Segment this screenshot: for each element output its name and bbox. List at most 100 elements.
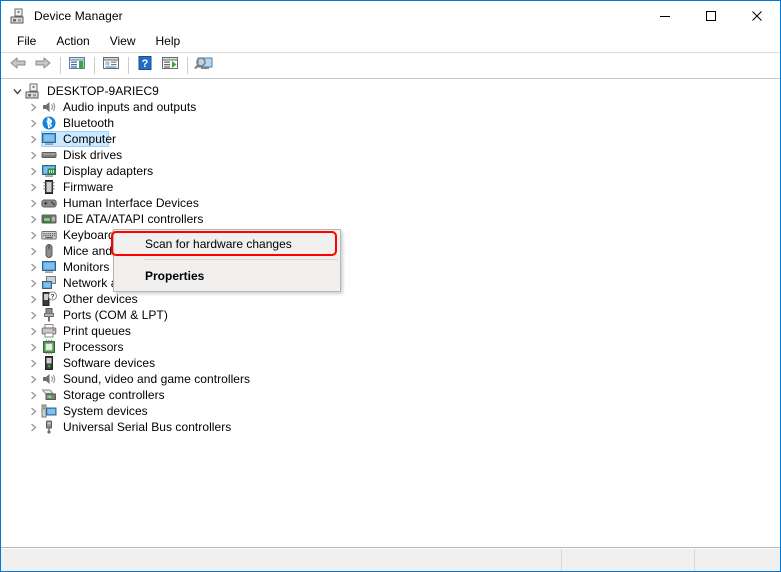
svg-text:?: ? — [142, 58, 149, 70]
chevron-right-icon[interactable] — [25, 195, 41, 211]
scan-for-hardware-changes-button[interactable] — [192, 55, 216, 77]
menu-help[interactable]: Help — [146, 32, 191, 51]
device-tree-panel[interactable]: DESKTOP-9ARIEC9 Audio inputs and outputs — [1, 79, 780, 548]
tree-item-ports-com-and-lpt[interactable]: Ports (COM & LPT) — [1, 307, 780, 323]
keyboard-icon — [41, 227, 57, 243]
toolbar-separator — [60, 57, 61, 74]
tree-item-label: Audio inputs and outputs — [63, 100, 197, 114]
chevron-right-icon[interactable] — [25, 355, 41, 371]
chevron-right-icon[interactable] — [25, 275, 41, 291]
svg-text:?: ? — [51, 294, 55, 301]
tree-item-label: Ports (COM & LPT) — [63, 308, 168, 322]
forward-button[interactable] — [31, 55, 55, 77]
unknown-device-icon: ? — [41, 291, 57, 307]
tree-item-human-interface-devices[interactable]: Human Interface Devices — [1, 195, 780, 211]
context-menu-separator — [144, 259, 338, 260]
menu-action[interactable]: Action — [46, 32, 99, 51]
tree-root-node[interactable]: DESKTOP-9ARIEC9 — [1, 83, 780, 99]
ctx-scan-for-hardware-changes[interactable]: Scan for hardware changes — [114, 232, 340, 256]
chevron-right-icon[interactable] — [25, 419, 41, 435]
toolbar-separator — [187, 57, 188, 74]
update-driver-button[interactable] — [158, 55, 182, 77]
menu-file[interactable]: File — [7, 32, 46, 51]
tree-item-system-devices[interactable]: System devices — [1, 403, 780, 419]
chevron-right-icon[interactable] — [25, 115, 41, 131]
tree-item-label: Firmware — [63, 180, 114, 194]
show-hide-console-tree-button[interactable] — [65, 55, 89, 77]
chevron-right-icon[interactable] — [25, 163, 41, 179]
system-device-icon — [41, 403, 57, 419]
tree-item-other-devices[interactable]: ? Other devices — [1, 291, 780, 307]
chevron-right-icon[interactable] — [25, 291, 41, 307]
chevron-right-icon[interactable] — [25, 339, 41, 355]
tree-item-computer[interactable]: Computer — [1, 131, 780, 147]
ctx-properties[interactable]: Properties — [114, 263, 340, 289]
storage-controller-icon — [41, 387, 57, 403]
chevron-right-icon[interactable] — [25, 323, 41, 339]
tree-item-label: Processors — [63, 340, 124, 354]
tree-item-label: Monitors — [63, 260, 110, 274]
toolbar: ? — [1, 53, 780, 79]
status-cell-1 — [1, 549, 562, 571]
chevron-right-icon[interactable] — [25, 179, 41, 195]
context-menu[interactable]: Scan for hardware changes Properties — [113, 229, 341, 292]
tree-item-label: Software devices — [63, 356, 156, 370]
usb-icon — [41, 419, 57, 435]
tree-item-label: Display adapters — [63, 164, 154, 178]
status-bar — [1, 548, 780, 571]
chevron-right-icon[interactable] — [25, 387, 41, 403]
tree-item-sound-video-and-game-controllers[interactable]: Sound, video and game controllers — [1, 371, 780, 387]
tree-item-firmware[interactable]: Firmware — [1, 179, 780, 195]
toolbar-separator — [128, 57, 129, 74]
device-manager-icon — [10, 8, 26, 24]
tree-item-audio-inputs-and-outputs[interactable]: Audio inputs and outputs — [1, 99, 780, 115]
tree-item-label: IDE ATA/ATAPI controllers — [63, 212, 204, 226]
gamepad-icon — [41, 195, 57, 211]
chevron-right-icon[interactable] — [25, 99, 41, 115]
chevron-right-icon[interactable] — [25, 243, 41, 259]
back-button[interactable] — [6, 55, 30, 77]
properties-button[interactable] — [99, 55, 123, 77]
scan-hardware-icon — [194, 55, 214, 76]
tree-item-storage-controllers[interactable]: Storage controllers — [1, 387, 780, 403]
monitor-icon — [41, 131, 57, 147]
ide-controller-icon — [41, 211, 57, 227]
tree-item-label: Bluetooth — [63, 116, 115, 130]
menu-view[interactable]: View — [100, 32, 146, 51]
chevron-right-icon[interactable] — [25, 147, 41, 163]
tree-item-processors[interactable]: Processors — [1, 339, 780, 355]
tree-item-disk-drives[interactable]: Disk drives — [1, 147, 780, 163]
menu-bar: File Action View Help — [1, 31, 780, 53]
bluetooth-icon — [41, 115, 57, 131]
display-adapter-icon — [41, 163, 57, 179]
tree-item-universal-serial-bus-controllers[interactable]: Universal Serial Bus controllers — [1, 419, 780, 435]
maximize-button[interactable] — [688, 1, 734, 31]
chevron-right-icon[interactable] — [25, 307, 41, 323]
tree-item-ide-ata-atapi-controllers[interactable]: IDE ATA/ATAPI controllers — [1, 211, 780, 227]
firmware-chip-icon — [41, 179, 57, 195]
chevron-right-icon[interactable] — [25, 259, 41, 275]
tree-item-bluetooth[interactable]: Bluetooth — [1, 115, 780, 131]
back-arrow-icon — [9, 55, 27, 76]
status-cell-3 — [695, 549, 780, 571]
chevron-right-icon[interactable] — [25, 131, 41, 147]
chevron-right-icon[interactable] — [25, 227, 41, 243]
tree-item-label: Disk drives — [63, 148, 123, 162]
tree-item-label: Human Interface Devices — [63, 196, 199, 210]
tree-item-label: Universal Serial Bus controllers — [63, 420, 232, 434]
chevron-right-icon[interactable] — [25, 403, 41, 419]
help-button[interactable]: ? — [133, 55, 157, 77]
chevron-right-icon[interactable] — [25, 371, 41, 387]
chevron-right-icon[interactable] — [25, 211, 41, 227]
tree-item-display-adapters[interactable]: Display adapters — [1, 163, 780, 179]
minimize-button[interactable] — [642, 1, 688, 31]
chevron-down-icon[interactable] — [9, 83, 25, 99]
tree-item-print-queues[interactable]: Print queues — [1, 323, 780, 339]
question-mark-icon: ? — [137, 55, 153, 76]
processor-icon — [41, 339, 57, 355]
close-button[interactable] — [734, 1, 780, 31]
toolbar-separator — [94, 57, 95, 74]
tree-item-software-devices[interactable]: Software devices — [1, 355, 780, 371]
window-title: Device Manager — [34, 9, 123, 23]
device-manager-window: Device Manager File Action View Help ? D… — [0, 0, 781, 572]
